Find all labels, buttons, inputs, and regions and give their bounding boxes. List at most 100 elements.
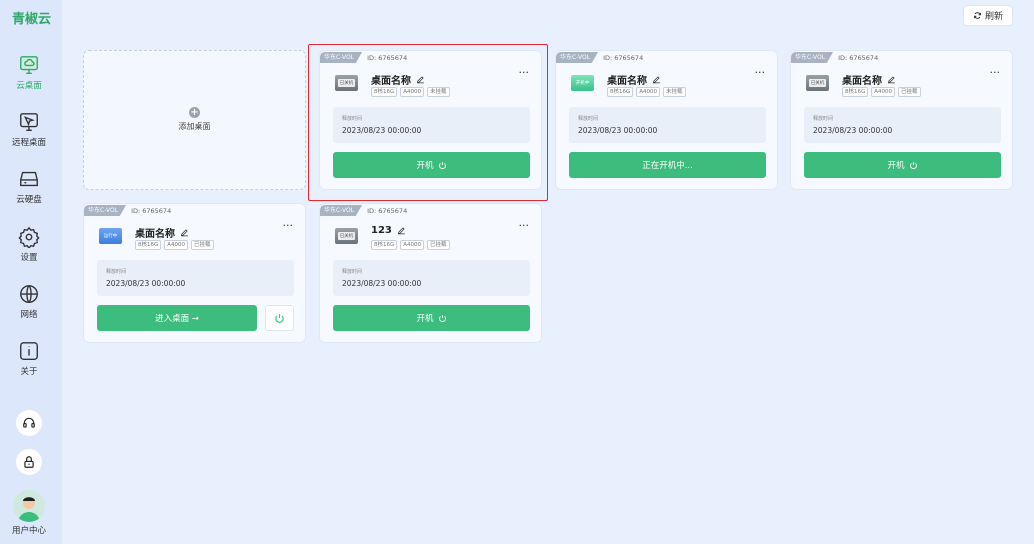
spec-gpu: A4000 [636,87,661,97]
power-on-button[interactable]: 开机 [333,305,530,331]
release-time-value: 2023/08/23 00:00:00 [342,279,422,288]
desktop-card[interactable]: 华东C-VOL ID: 6765674 运行中 桌面名称 ··· 8核16G A… [83,203,306,343]
edit-pencil-icon[interactable] [416,75,425,84]
user-center-label[interactable]: 用户中心 [0,524,58,536]
avatar[interactable] [13,490,45,522]
refresh-icon [974,12,981,19]
spec-gpu: A4000 [400,87,425,97]
spec-disk: 已挂载 [191,240,214,250]
spec-disk: 未挂载 [427,87,450,97]
desktop-card[interactable]: 华东C-VOL ID: 6765674 开机中 桌面名称 ··· 8核16G A… [555,50,778,190]
desktop-thumbnail: 运行中 [99,228,122,244]
spec-cpu: 8核16G [371,87,398,97]
enter-desktop-label: 进入桌面 → [155,314,199,324]
desktop-id: ID: 6765674 [367,53,408,62]
desktop-id: ID: 6765674 [603,53,644,62]
power-on-label: 开机 [416,314,434,324]
release-time-value: 2023/08/23 00:00:00 [342,126,422,135]
add-desktop-card[interactable]: + 添加桌面 [83,50,306,190]
settings-gear-icon [18,226,40,248]
power-on-button[interactable]: 开机 [333,152,530,178]
edit-pencil-icon[interactable] [180,228,189,237]
customer-service-button[interactable] [16,410,42,436]
desktop-thumbnail: 开机中 [571,75,594,91]
release-time-label: 释放时间 [106,269,127,275]
app-logo: 青椒云 [12,12,52,27]
more-options-icon[interactable]: ··· [283,219,294,232]
desktop-name: 123 [371,225,392,236]
sidebar-item-label: 关于 [20,367,38,377]
cloud-disk-icon [20,171,38,187]
sidebar-item-cloud-desktop[interactable]: 云桌面 [0,54,58,91]
sidebar-item-label: 云桌面 [16,81,42,91]
power-on-label: 开机 [416,161,434,171]
lock-icon [24,456,34,468]
release-time-label: 释放时间 [813,116,834,122]
desktop-card[interactable]: 华东C-VOL ID: 6765674 已关机 桌面名称 ··· 8核16G A… [790,50,1013,190]
release-time-label: 释放时间 [578,116,599,122]
spec-gpu: A4000 [164,240,189,250]
cloud-desktop-icon [20,56,38,74]
desktop-thumbnail: 已关机 [335,75,358,91]
release-time-value: 2023/08/23 00:00:00 [106,279,186,288]
plus-icon: + [189,107,200,118]
spec-disk: 已挂载 [427,240,450,250]
region-tag: 华东C-VOL [320,52,363,63]
sidebar-item-about[interactable]: 关于 [0,340,58,377]
spec-cpu: 8核16G [607,87,634,97]
spec-cpu: 8核16G [371,240,398,250]
desktop-name: 桌面名称 [842,76,882,87]
release-time-value: 2023/08/23 00:00:00 [813,126,893,135]
sidebar-item-settings[interactable]: 设置 [0,226,58,263]
starting-button[interactable]: 正在开机中... [569,152,766,178]
power-on-label: 开机 [887,161,905,171]
release-time-box: 释放时间 2023/08/23 00:00:00 [333,107,530,143]
release-time-box: 释放时间 2023/08/23 00:00:00 [97,260,294,296]
power-on-button[interactable]: 开机 [804,152,1001,178]
sidebar-item-label: 云硬盘 [16,195,42,205]
release-time-label: 释放时间 [342,116,363,122]
more-options-icon[interactable]: ··· [519,219,530,232]
user-avatar-icon [13,490,45,522]
power-icon [275,313,284,323]
power-icon [438,314,446,322]
power-icon [909,161,917,169]
desktop-card[interactable]: 华东C-VOL ID: 6765674 已关机 123 ··· 8核16G A4… [319,203,542,343]
sidebar: 青椒云 云桌面 远程桌面 云硬盘 设置 网络 关于 用户中心 [0,0,62,544]
spec-gpu: A4000 [400,240,425,250]
sidebar-item-label: 远程桌面 [11,138,46,148]
lock-button[interactable] [16,449,42,475]
globe-icon [20,285,38,303]
edit-pencil-icon[interactable] [887,75,896,84]
refresh-button[interactable]: 刷新 [963,5,1013,26]
sidebar-item-cloud-disk[interactable]: 云硬盘 [0,168,58,205]
desktop-name: 桌面名称 [371,76,411,87]
desktop-thumbnail: 已关机 [335,228,358,244]
enter-desktop-button[interactable]: 进入桌面 → [97,305,257,331]
sidebar-item-label: 设置 [20,253,38,263]
power-off-button[interactable] [265,305,294,331]
desktop-thumbnail: 已关机 [806,75,829,91]
desktop-card[interactable]: 华东C-VOL ID: 6765674 已关机 桌面名称 ··· 8核16G A… [319,50,542,190]
more-options-icon[interactable]: ··· [519,66,530,79]
more-options-icon[interactable]: ··· [755,66,766,79]
headset-icon [23,417,35,428]
region-tag: 华东C-VOL [556,52,599,63]
edit-pencil-icon[interactable] [652,75,661,84]
starting-label: 正在开机中... [642,161,693,171]
more-options-icon[interactable]: ··· [990,66,1001,79]
status-badge: 已关机 [337,79,356,87]
release-time-label: 释放时间 [342,269,363,275]
release-time-value: 2023/08/23 00:00:00 [578,126,658,135]
status-badge: 运行中 [103,234,118,239]
spec-cpu: 8核16G [135,240,162,250]
spec-disk: 未挂载 [663,87,686,97]
sidebar-item-remote-desktop[interactable]: 远程桌面 [0,111,58,148]
edit-pencil-icon[interactable] [397,226,406,235]
status-badge: 开机中 [575,81,590,86]
release-time-box: 释放时间 2023/08/23 00:00:00 [569,107,766,143]
desktop-name: 桌面名称 [607,76,647,87]
status-badge: 已关机 [337,232,356,240]
release-time-box: 释放时间 2023/08/23 00:00:00 [804,107,1001,143]
sidebar-item-network[interactable]: 网络 [0,283,58,320]
